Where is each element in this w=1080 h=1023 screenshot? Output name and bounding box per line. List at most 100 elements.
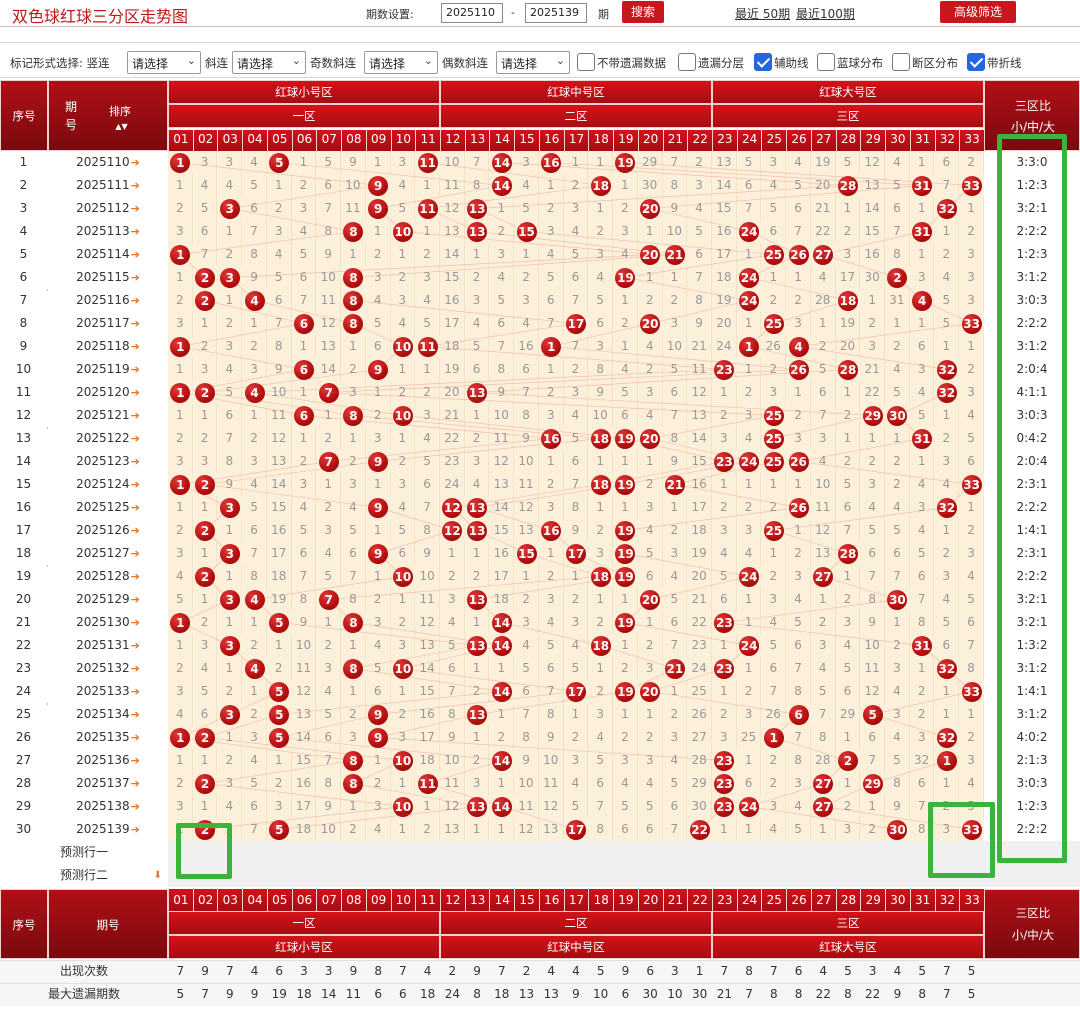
row-period[interactable]: 2025131➔ [48,634,168,657]
option-checkbox-2[interactable] [754,53,772,71]
row-period[interactable]: 2025138➔ [48,795,168,818]
row-index: 8 [0,312,47,335]
omission-cell: 6 [242,197,267,220]
stats-cell: 7 [769,964,778,978]
predict-row-label-1[interactable]: 预测行一 [0,841,168,864]
row-period[interactable]: 2025128➔ [48,565,168,588]
sort-button[interactable]: 排序 ▲▼ [109,103,131,132]
red-ball: 17 [565,819,586,840]
stats-cell: 9 [572,987,580,1001]
row-period[interactable]: 2025118➔ [48,335,168,358]
omission-cell: 1 [391,358,416,381]
omission-cell: 7 [737,197,762,220]
option-checkbox-0[interactable] [577,53,595,71]
row-period[interactable]: 2025113➔ [48,220,168,243]
omission-cell: 2 [564,588,589,611]
omission-cell: 1 [168,634,193,657]
start-period-input[interactable]: 2025110 [441,3,503,23]
omission-cell: 2 [860,450,886,473]
omission-cell: 15 [489,519,515,542]
option-checkbox-1[interactable] [678,53,696,71]
omission-cell: 3 [465,289,490,312]
number-header-15: 15 [514,130,539,151]
odd-diag-select[interactable]: 请选择 ⌄ [364,51,438,74]
row-period[interactable]: 2025130➔ [48,611,168,634]
row-period[interactable]: 2025111➔ [48,174,168,197]
red-ball: 14 [491,796,512,817]
row-period[interactable]: 2025117➔ [48,312,168,335]
sort-arrows-icon: ▲▼ [115,122,128,131]
row-period[interactable]: 2025126➔ [48,519,168,542]
omission-cell: 1 [193,542,218,565]
footer-number-header-19: 19 [613,889,638,911]
omission-cell: 1 [415,174,440,197]
omission-cell: 1 [341,795,366,818]
even-diag-select[interactable]: 请选择 ⌄ [496,51,570,74]
end-period-input[interactable]: 2025139 [525,3,587,23]
red-ball: 12 [442,520,463,541]
diag-select[interactable]: 请选择 ⌄ [232,51,306,74]
omission-cell: 3 [217,772,243,795]
row-period[interactable]: 2025124➔ [48,473,168,496]
search-button[interactable]: 搜索 [622,1,664,23]
row-period[interactable]: 2025139➔ [48,818,168,841]
option-checkbox-4[interactable] [892,53,910,71]
omission-cell: 3 [391,473,416,496]
row-period[interactable]: 2025123➔ [48,450,168,473]
omission-cell: 1 [193,749,218,772]
row-period[interactable]: 2025129➔ [48,588,168,611]
row-period[interactable]: 2025110➔ [48,151,168,174]
red-ball: 5 [862,704,883,725]
predict-row-label-2[interactable]: 预测行二 ⬇ [0,864,168,887]
omission-cell: 1 [712,473,737,496]
omission-cell: 2 [712,404,737,427]
row-period[interactable]: 2025115➔ [48,266,168,289]
omission-cell: 6 [193,703,218,726]
vertical-select[interactable]: 请选择 ⌄ [127,51,201,74]
row-period[interactable]: 2025120➔ [48,381,168,404]
red-ball: 2 [195,566,216,587]
number-header-23: 23 [711,130,737,151]
omission-cell: 3 [168,220,193,243]
red-ball: 29 [862,773,883,794]
omission-cell: 1 [638,703,663,726]
omission-cell: 3 [168,542,193,565]
advanced-filter-button[interactable]: 高级筛选 [940,1,1016,23]
omission-cell: 12 [440,197,465,220]
arrow-down-icon[interactable]: ⬇ [154,864,162,887]
row-period[interactable]: 2025135➔ [48,726,168,749]
row-period[interactable]: 2025133➔ [48,680,168,703]
omission-cell: 11 [267,404,292,427]
red-ball: 33 [961,175,982,196]
number-header-30: 30 [885,130,910,151]
row-period[interactable]: 2025112➔ [48,197,168,220]
row-period[interactable]: 2025134➔ [48,703,168,726]
omission-cell: 4 [761,611,787,634]
red-ball: 23 [714,451,735,472]
row-period[interactable]: 2025136➔ [48,749,168,772]
red-ball: 13 [467,198,488,219]
option-checkbox-5[interactable] [967,53,985,71]
row-period[interactable]: 2025137➔ [48,772,168,795]
row-period[interactable]: 2025125➔ [48,496,168,519]
omission-cell: 3 [217,151,243,174]
omission-cell: 1 [613,289,638,312]
omission-cell: 2 [217,680,243,703]
period-unit-label: 期 [598,8,609,21]
red-ball: 13 [467,796,488,817]
row-period[interactable]: 2025122➔ [48,427,168,450]
option-checkbox-3[interactable] [817,53,835,71]
footer-number-header-07: 07 [316,889,342,911]
row-period[interactable]: 2025132➔ [48,657,168,680]
row-period[interactable]: 2025119➔ [48,358,168,381]
row-period[interactable]: 2025127➔ [48,542,168,565]
row-period[interactable]: 2025116➔ [48,289,168,312]
row-period[interactable]: 2025114➔ [48,243,168,266]
recent-50-link[interactable]: 最近 50期 [735,5,790,22]
arrow-right-icon: ➔ [130,823,140,836]
omission-cell: 4 [613,772,638,795]
omission-cell: 3 [168,312,193,335]
row-period[interactable]: 2025121➔ [48,404,168,427]
number-header-18: 18 [588,130,614,151]
recent-100-link[interactable]: 最近100期 [796,5,855,22]
